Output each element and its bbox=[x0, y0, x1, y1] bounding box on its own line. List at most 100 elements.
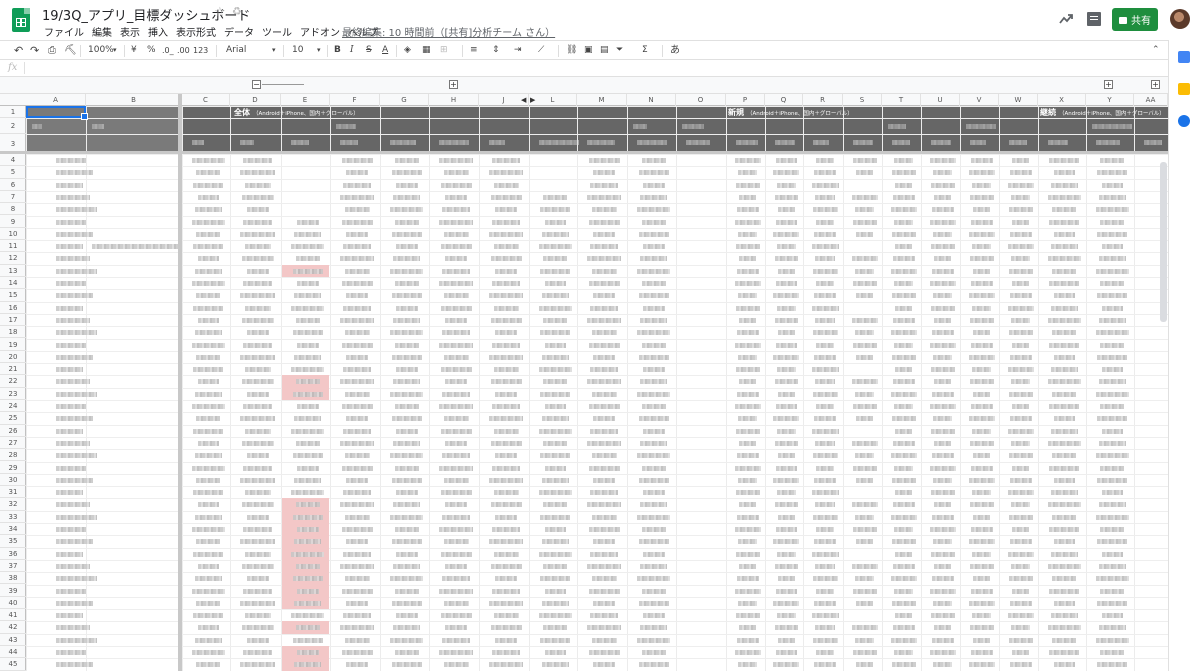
cell-value[interactable] bbox=[490, 194, 522, 200]
cell-value[interactable] bbox=[294, 662, 321, 668]
cell-value[interactable] bbox=[895, 367, 912, 373]
cell-value[interactable] bbox=[973, 637, 990, 643]
row-header[interactable]: 23 bbox=[0, 388, 26, 400]
cell-value[interactable] bbox=[442, 207, 470, 213]
cell-value[interactable] bbox=[851, 440, 878, 446]
cell-value[interactable] bbox=[343, 182, 371, 188]
cell-value[interactable] bbox=[395, 367, 418, 373]
cell-value[interactable] bbox=[241, 194, 274, 200]
cell-value[interactable] bbox=[736, 576, 759, 582]
cell-value[interactable] bbox=[734, 219, 761, 225]
cell-value[interactable] bbox=[340, 563, 374, 569]
cell-value[interactable] bbox=[969, 502, 994, 508]
cell-value[interactable] bbox=[1049, 281, 1079, 286]
cell-value[interactable] bbox=[641, 465, 666, 471]
cell-value[interactable] bbox=[1047, 502, 1081, 508]
cell-value[interactable] bbox=[738, 539, 757, 545]
cell-value[interactable] bbox=[194, 453, 222, 459]
cell-value[interactable] bbox=[814, 293, 836, 299]
cell-value[interactable] bbox=[390, 391, 423, 397]
cell-value[interactable] bbox=[243, 465, 272, 471]
cell-value[interactable] bbox=[489, 354, 523, 360]
cell-value[interactable] bbox=[1050, 490, 1078, 496]
cell-value[interactable] bbox=[895, 551, 912, 557]
cell-value[interactable] bbox=[891, 600, 916, 606]
cell-value[interactable] bbox=[814, 416, 836, 422]
cell-value[interactable] bbox=[892, 440, 915, 446]
row-header[interactable]: 38 bbox=[0, 572, 26, 585]
cell-value[interactable] bbox=[930, 613, 955, 619]
cell-value[interactable] bbox=[193, 551, 223, 557]
cell-value[interactable] bbox=[777, 207, 795, 213]
cell-value[interactable] bbox=[393, 440, 420, 446]
cell-value[interactable] bbox=[777, 391, 795, 397]
cell-value[interactable] bbox=[591, 391, 617, 397]
cell-value[interactable] bbox=[890, 330, 917, 336]
cell-value[interactable] bbox=[931, 330, 954, 336]
cell-value[interactable] bbox=[1049, 650, 1079, 655]
cell-value[interactable] bbox=[1012, 588, 1029, 594]
cell-value[interactable] bbox=[346, 600, 368, 606]
cell-value[interactable] bbox=[391, 354, 422, 360]
cell-value[interactable] bbox=[587, 140, 615, 145]
cell-value[interactable] bbox=[811, 551, 839, 557]
cell-value[interactable] bbox=[811, 613, 839, 619]
cell-value[interactable] bbox=[341, 527, 373, 532]
cell-value[interactable] bbox=[892, 317, 915, 323]
cell-value[interactable] bbox=[541, 293, 569, 299]
cell-value[interactable] bbox=[1008, 576, 1033, 582]
cell-value[interactable] bbox=[587, 502, 621, 508]
cell-value[interactable] bbox=[590, 367, 618, 373]
cell-value[interactable] bbox=[191, 219, 225, 225]
cell-value[interactable] bbox=[775, 219, 797, 225]
scroll-left-icon[interactable]: ◀ bbox=[521, 96, 526, 104]
cell-value[interactable] bbox=[194, 637, 222, 643]
cell-value[interactable] bbox=[244, 428, 271, 434]
cell-value[interactable] bbox=[1097, 662, 1127, 668]
row-header[interactable]: 12 bbox=[0, 252, 26, 265]
row-header[interactable]: 27 bbox=[0, 437, 26, 450]
cell-value[interactable] bbox=[56, 625, 90, 631]
cell-value[interactable] bbox=[855, 453, 874, 459]
cell-value[interactable] bbox=[934, 440, 951, 446]
cell-value[interactable] bbox=[638, 662, 669, 668]
cell-value[interactable] bbox=[340, 194, 374, 200]
cell-value[interactable] bbox=[738, 354, 757, 360]
cell-value[interactable] bbox=[973, 514, 990, 520]
cell-value[interactable] bbox=[734, 650, 761, 655]
cell-value[interactable] bbox=[1011, 317, 1030, 323]
row-header[interactable]: 2 bbox=[0, 118, 26, 134]
cell-value[interactable] bbox=[1047, 625, 1081, 631]
cell-value[interactable] bbox=[852, 650, 877, 655]
cell-value[interactable] bbox=[736, 140, 758, 145]
cell-value[interactable] bbox=[776, 613, 796, 619]
cell-value[interactable] bbox=[246, 637, 269, 643]
cell-value[interactable] bbox=[492, 527, 520, 532]
row-header[interactable]: 20 bbox=[0, 351, 26, 364]
cell-value[interactable] bbox=[56, 440, 90, 446]
cell-value[interactable] bbox=[588, 281, 620, 286]
cell-value[interactable] bbox=[933, 416, 952, 422]
cell-value[interactable] bbox=[894, 219, 913, 225]
cell-value[interactable] bbox=[1012, 281, 1029, 286]
cell-value[interactable] bbox=[1049, 527, 1079, 532]
cell-value[interactable] bbox=[193, 244, 223, 250]
cell-value[interactable] bbox=[240, 170, 275, 176]
cell-value[interactable] bbox=[852, 465, 877, 471]
cell-value[interactable] bbox=[443, 354, 469, 360]
cell-value[interactable] bbox=[1007, 182, 1034, 188]
cell-value[interactable] bbox=[295, 379, 320, 385]
font-size-select[interactable]: 10 bbox=[292, 44, 303, 57]
cell-value[interactable] bbox=[1052, 576, 1076, 582]
row-header[interactable]: 33 bbox=[0, 511, 26, 523]
cell-value[interactable] bbox=[56, 613, 83, 619]
comment-icon[interactable] bbox=[1087, 12, 1101, 26]
cell-value[interactable] bbox=[852, 281, 877, 286]
cell-value[interactable] bbox=[774, 440, 798, 446]
row-header[interactable]: 24 bbox=[0, 400, 26, 413]
cell-value[interactable] bbox=[894, 527, 913, 532]
cell-value[interactable] bbox=[811, 490, 839, 496]
cell-value[interactable] bbox=[540, 207, 570, 213]
cell-value[interactable] bbox=[590, 490, 618, 496]
cell-value[interactable] bbox=[930, 305, 955, 311]
